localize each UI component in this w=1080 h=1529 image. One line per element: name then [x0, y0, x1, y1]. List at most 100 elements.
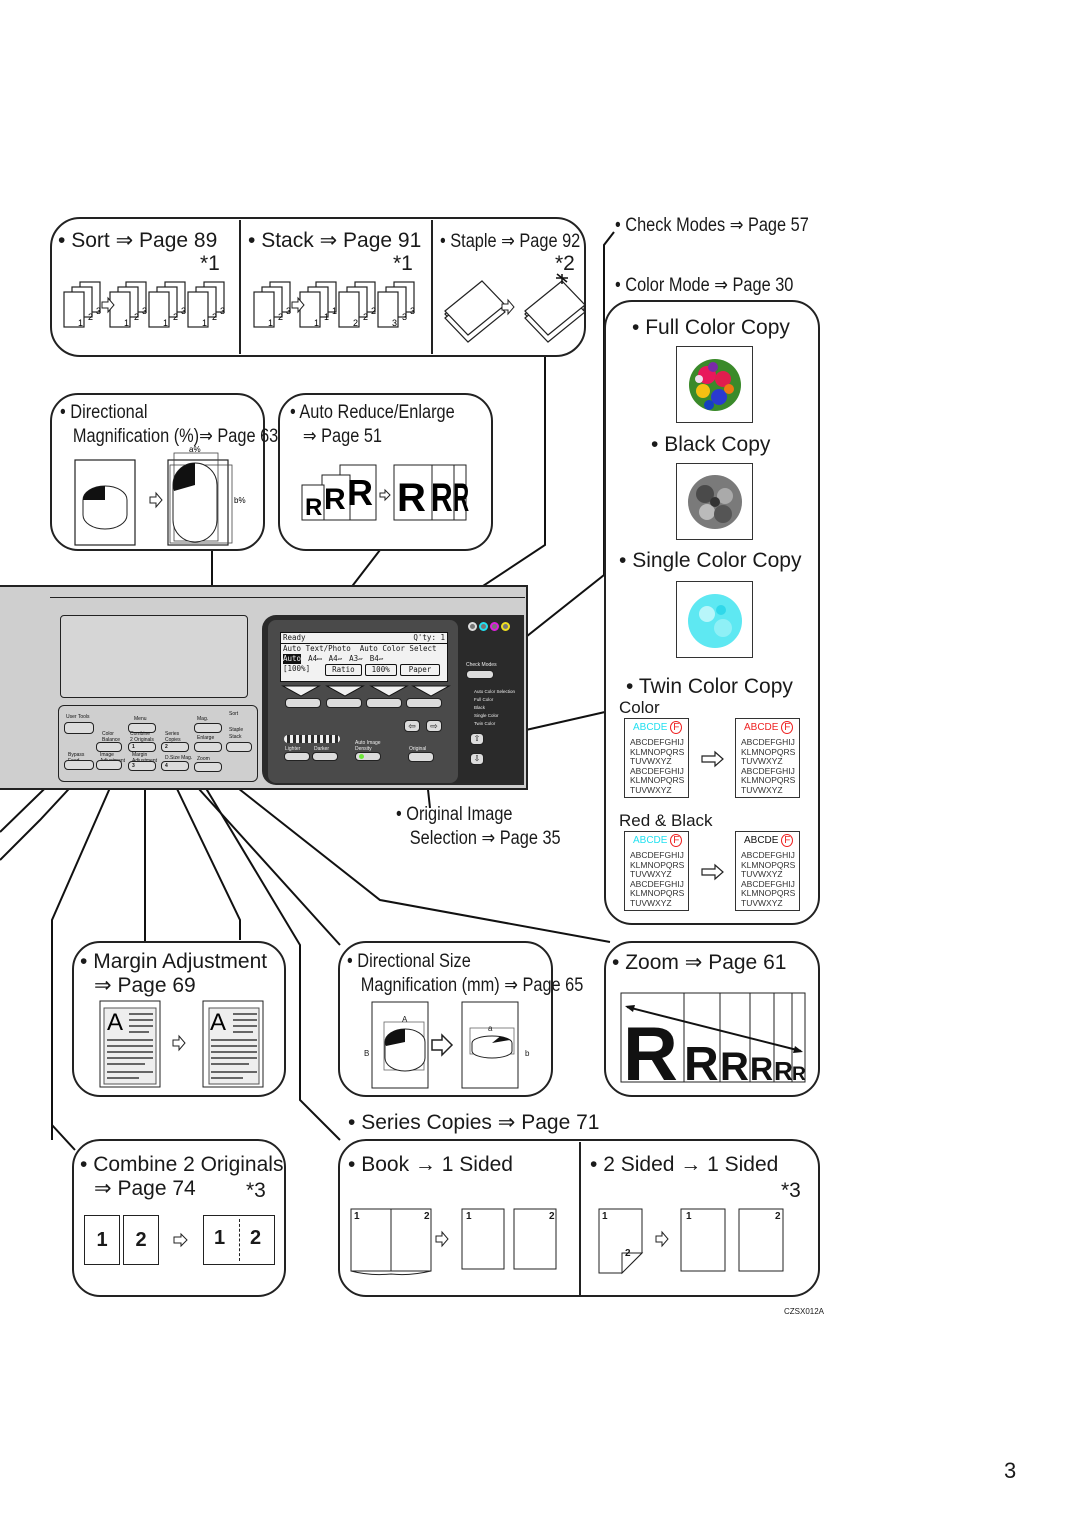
directional-mag-page-ref[interactable]: Page 63 — [217, 426, 278, 447]
lcd-paper-size[interactable]: B4▱ — [370, 654, 384, 664]
dim-B-label: B — [364, 1049, 370, 1058]
auto-density-button[interactable] — [355, 752, 381, 761]
to-arrow: → — [680, 1153, 702, 1176]
auto-reduce-page-ref[interactable]: Page 51 — [321, 426, 382, 447]
page-number-label: 2 — [134, 312, 139, 322]
directional-mag-caption: • Directional Magnification (%)⇒ Page 63 — [60, 401, 278, 449]
sort-page-ref[interactable]: Page 89 — [139, 229, 217, 252]
color-down-button[interactable]: ⇩ — [470, 753, 484, 765]
softkey-3[interactable] — [366, 698, 402, 708]
color-mode-option[interactable]: Full Color — [474, 696, 515, 704]
color-balance-button[interactable] — [96, 742, 122, 752]
color-mode-option[interactable]: Single Color — [474, 712, 515, 720]
lighter-button[interactable] — [284, 752, 310, 761]
ref-arrow: ⇒ — [199, 426, 213, 447]
b-percent-label: b% — [234, 496, 246, 505]
divider — [579, 1142, 581, 1295]
a-glyph: A — [107, 1009, 123, 1036]
margin-adjustment-button[interactable]: 3 — [128, 761, 156, 771]
softkey-4[interactable] — [406, 698, 442, 708]
softkey-2[interactable] — [326, 698, 362, 708]
bullet: • — [80, 1153, 88, 1176]
margin-adjustment-page-ref[interactable]: Page 69 — [117, 974, 195, 997]
sort-stack-button[interactable] — [226, 742, 252, 752]
series-copies-page-ref[interactable]: Page 71 — [521, 1111, 599, 1134]
book-result-1-number: 1 — [466, 1211, 472, 1222]
series-copies-button[interactable]: 2 — [161, 742, 189, 752]
dim-A-label: A — [402, 1015, 408, 1024]
combine-page-ref[interactable]: Page 74 — [117, 1177, 195, 1200]
user-tools-button[interactable] — [64, 722, 94, 734]
stack-page-ref[interactable]: Page 91 — [343, 229, 421, 252]
softkey-1[interactable] — [285, 698, 321, 708]
page-number: 2 — [135, 1229, 147, 1251]
panel-lip — [50, 588, 525, 598]
page-number-label: 2 — [212, 312, 217, 322]
sort-illustration: 123123123123 — [63, 281, 225, 328]
bypass-feed-button[interactable] — [64, 760, 94, 770]
bullet: • — [248, 229, 256, 252]
zoom-r-glyph: R — [792, 1064, 806, 1085]
ref-arrow: ⇒ — [94, 1177, 112, 1200]
check-modes-button[interactable] — [466, 670, 494, 679]
button-number: 2 — [165, 744, 168, 750]
size-mag-button[interactable]: 4 — [161, 761, 189, 771]
two-sided-page-1-number: 1 — [602, 1211, 608, 1222]
lcd-paper-auto[interactable]: Auto — [283, 654, 302, 664]
directional-size-page-ref[interactable]: Page 65 — [522, 975, 583, 996]
sort-note: *1 — [200, 252, 220, 275]
stack-label: Stack — [261, 229, 314, 252]
ref-arrow: ⇒ — [94, 974, 112, 997]
darker-button[interactable] — [312, 752, 338, 761]
lcd-paper-size[interactable]: A4▭ — [308, 654, 322, 664]
sample-text: ABCDEFGHIJ KLMNOPQRS TUVWXYZ ABCDEFGHIJ … — [630, 850, 684, 908]
check-modes-page-ref[interactable]: Page 57 — [748, 215, 809, 236]
color-mode-option[interactable]: Twin Color — [474, 720, 515, 728]
color-mode-label: Color Mode — [625, 275, 710, 296]
directional-size-line2: Magnification (mm) — [360, 975, 500, 996]
zoom-button[interactable] — [194, 762, 222, 772]
lcd-softkey-paper[interactable]: Paper — [399, 664, 441, 676]
lcd-paper-size[interactable]: A4▱ — [329, 654, 343, 664]
two-sided-page-2-number: 2 — [625, 1248, 631, 1259]
page-number-label: 2 — [353, 318, 358, 328]
right-arrow-button[interactable]: ⇨ — [426, 720, 442, 732]
r-glyph: R — [347, 472, 373, 513]
left-arrow-button[interactable]: ⇦ — [404, 720, 420, 732]
color-mode-page-ref[interactable]: Page 30 — [733, 275, 794, 296]
page-number-label: 3 — [286, 306, 291, 316]
bullet: • — [396, 804, 402, 825]
color-mode-option[interactable]: Black — [474, 704, 515, 712]
lcd-paper-size[interactable]: A3▱ — [349, 654, 363, 664]
page-number-label: 2 — [173, 312, 178, 322]
menu-label: Menu — [134, 716, 147, 722]
color-mode-option[interactable]: Auto Color Selection — [474, 688, 515, 696]
two-sided-caption: • 2 Sided → 1 Sided — [590, 1153, 778, 1177]
original-image-page-ref[interactable]: Page 35 — [500, 828, 561, 849]
lcd-color-select: Auto Color Select — [359, 644, 437, 653]
combine-button[interactable]: 1 — [128, 742, 156, 752]
combine-page-1: 1 — [84, 1215, 120, 1265]
auto-reduce-label: Auto Reduce/Enlarge — [299, 402, 455, 423]
directional-mag-button[interactable] — [194, 723, 222, 733]
book-illustration — [350, 1208, 557, 1276]
lcd-softkey-100[interactable]: 100% — [364, 664, 397, 676]
twin-color-label: Twin Color Copy — [638, 675, 793, 698]
image-adjustment-button[interactable] — [96, 760, 122, 770]
color-mode-list: Auto Color Selection Full Color Black Si… — [474, 688, 515, 728]
staple-page-ref[interactable]: Page 92 — [519, 231, 580, 252]
cyan-toner-icon — [479, 622, 488, 631]
zoom-page-ref[interactable]: Page 61 — [708, 951, 786, 974]
margin-adjustment-illustration: A A — [99, 1000, 264, 1088]
auto-reduce-illustration: R R R R R R — [301, 464, 469, 521]
page-number-label: 2 — [371, 306, 376, 316]
auto-reduce-button[interactable] — [194, 742, 222, 752]
directional-size-caption: • Directional Size Magnification (mm) ⇒ … — [347, 950, 583, 998]
original-type-button[interactable] — [408, 752, 434, 762]
sample-heading: ABCDE — [744, 835, 779, 846]
color-up-button[interactable]: ⇧ — [470, 733, 484, 745]
lcd-softkey-ratio[interactable]: Ratio — [325, 664, 362, 676]
margin-adjustment-caption: • Margin Adjustment ⇒ Page 69 — [80, 950, 267, 998]
dim-a-label: a — [488, 1024, 493, 1033]
page-number-label: 3 — [410, 306, 415, 316]
